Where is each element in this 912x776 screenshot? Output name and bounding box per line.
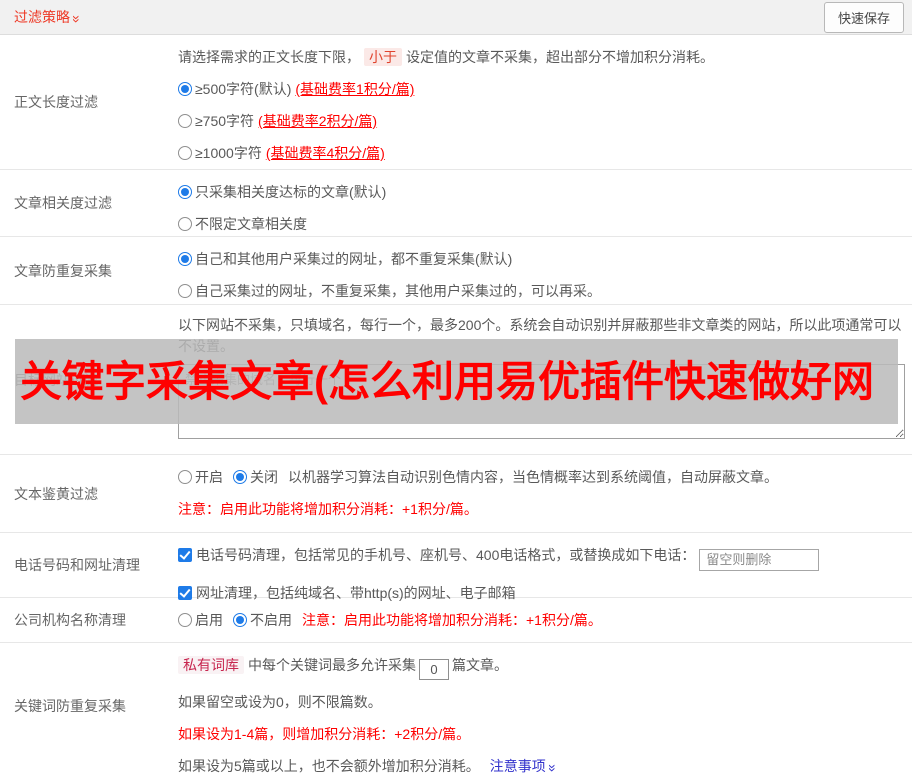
option-label: 自己和其他用户采集过的网址，都不重复采集(默认)	[195, 251, 513, 267]
company-clean-label: 公司机构名称清理	[14, 612, 126, 628]
chevron-down-icon[interactable]: »	[69, 15, 85, 23]
chevron-down-icon: »	[544, 764, 561, 772]
checkbox-phone-clean[interactable]	[178, 548, 192, 562]
line1-end-text: 篇文章。	[452, 657, 508, 673]
cost-note: (基础费率2积分/篇)	[258, 113, 378, 129]
line1-text: 中每个关键词最多允许采集	[248, 657, 416, 673]
page-title-wrap: 过滤策略»	[14, 7, 85, 27]
page-title: 过滤策略	[14, 9, 70, 25]
dedup-option-self: 自己采集过的网址，不重复采集，其他用户采集过的，可以再采。	[178, 281, 905, 301]
option-label: 不限定文章相关度	[195, 216, 307, 232]
row-company-clean: 公司机构名称清理 启用 不启用 注意：启用此功能将增加积分消耗：+1积分/篇。	[0, 598, 912, 643]
radio-company-off[interactable]	[233, 613, 247, 627]
keyword-dedup-line4: 如果设为5篇或以上，也不会额外增加积分消耗。 注意事项»	[178, 756, 905, 776]
row-length-filter: 正文长度过滤 请选择需求的正文长度下限， 小于 设定值的文章不采集，超出部分不增加积…	[0, 35, 912, 170]
length-option-1000: ≥1000字符 (基础费率4积分/篇)	[178, 143, 905, 163]
option-label: 电话号码清理，包括常见的手机号、座机号、400电话格式，或替换成如下电话：	[196, 547, 696, 563]
radio-porn-on[interactable]	[178, 470, 192, 484]
option-label: ≥500字符(默认)	[195, 81, 292, 97]
phone-clean-option: 电话号码清理，包括常见的手机号、座机号、400电话格式，或替换成如下电话：	[178, 545, 905, 571]
intro-text-after: 设定值的文章不采集，超出部分不增加积分消耗。	[406, 49, 714, 65]
cost-note: (基础费率1积分/篇)	[295, 81, 415, 97]
top-bar: 过滤策略» 快速保存	[0, 0, 912, 35]
notes-link-label: 注意事项	[489, 758, 546, 774]
porn-filter-warning: 注意：启用此功能将增加积分消耗：+1积分/篇。	[178, 501, 478, 517]
quick-save-button[interactable]: 快速保存	[823, 1, 904, 33]
radio-length-750[interactable]	[178, 114, 192, 128]
keyword-dedup-line3: 如果设为1-4篇，则增加积分消耗：+2积分/篇。	[178, 726, 471, 742]
option-label: ≥750字符	[195, 113, 255, 129]
watermark-overlay: 关键字采集文章(怎么利用易优插件快速做好网	[15, 339, 898, 424]
option-label: 关闭	[250, 469, 278, 485]
replacement-phone-input[interactable]	[699, 548, 820, 571]
checkbox-url-clean[interactable]	[178, 585, 192, 600]
porn-filter-description: 以机器学习算法自动识别色情内容，当色情概率达到系统阈值，自动屏蔽文章。	[288, 469, 778, 485]
option-label: ≥1000字符	[195, 145, 262, 161]
relevance-option-any: 不限定文章相关度	[178, 214, 905, 234]
length-option-750: ≥750字符 (基础费率2积分/篇)	[178, 111, 905, 131]
length-filter-intro: 请选择需求的正文长度下限， 小于 设定值的文章不采集，超出部分不增加积分消耗。	[178, 47, 905, 67]
row-phone-url-clean: 电话号码和网址清理 电话号码清理，包括常见的手机号、座机号、400电话格式，或替…	[0, 533, 912, 601]
relevance-filter-label: 文章相关度过滤	[14, 195, 112, 211]
option-label: 不启用	[250, 612, 292, 628]
length-filter-label: 正文长度过滤	[14, 94, 98, 110]
keyword-dedup-label: 关键词防重复采集	[14, 697, 126, 714]
keyword-dedup-line1: 私有词库中每个关键词最多允许采集 篇文章。	[178, 655, 905, 680]
option-label: 只采集相关度达标的文章(默认)	[195, 184, 387, 200]
option-label: 开启	[195, 469, 223, 485]
watermark-text: 关键字采集文章(怎么利用易优插件快速做好网	[20, 357, 874, 405]
option-label: 自己采集过的网址，不重复采集，其他用户采集过的，可以再采。	[195, 283, 601, 299]
notes-link[interactable]: 注意事项»	[489, 758, 561, 774]
company-clean-warning: 注意：启用此功能将增加积分消耗：+1积分/篇。	[302, 612, 602, 628]
radio-company-on[interactable]	[178, 613, 192, 627]
radio-relevance-strict[interactable]	[178, 185, 192, 199]
radio-dedup-all[interactable]	[178, 252, 192, 266]
dedup-option-all: 自己和其他用户采集过的网址，都不重复采集(默认)	[178, 249, 905, 269]
line4-text: 如果设为5篇或以上，也不会额外增加积分消耗。	[178, 758, 480, 774]
porn-filter-label: 文本鉴黄过滤	[14, 485, 98, 502]
private-lexicon-tag: 私有词库	[178, 656, 244, 674]
radio-relevance-any[interactable]	[178, 217, 192, 231]
max-articles-input[interactable]	[419, 659, 449, 680]
radio-porn-off[interactable]	[233, 470, 247, 484]
radio-length-500[interactable]	[178, 82, 192, 96]
cost-note: (基础费率4积分/篇)	[265, 145, 385, 161]
row-keyword-dedup: 关键词防重复采集 私有词库中每个关键词最多允许采集 篇文章。 如果留空或设为0，则…	[0, 643, 912, 774]
porn-filter-options: 开启 关闭 以机器学习算法自动识别色情内容，当色情概率达到系统阈值，自动屏蔽文章。	[178, 467, 905, 487]
radio-dedup-self[interactable]	[178, 284, 192, 298]
radio-length-1000[interactable]	[178, 146, 192, 160]
relevance-option-strict: 只采集相关度达标的文章(默认)	[178, 182, 905, 202]
dedup-filter-label: 文章防重复采集	[14, 262, 112, 279]
intro-text-before: 请选择需求的正文长度下限，	[178, 49, 360, 65]
row-dedup-filter: 文章防重复采集 自己和其他用户采集过的网址，都不重复采集(默认) 自己采集过的网…	[0, 237, 912, 305]
row-porn-filter: 文本鉴黄过滤 开启 关闭 以机器学习算法自动识别色情内容，当色情概率达到系统阈值，自…	[0, 455, 912, 533]
phone-url-clean-label: 电话号码和网址清理	[14, 557, 140, 573]
length-option-500: ≥500字符(默认) (基础费率1积分/篇)	[178, 79, 905, 99]
less-than-tag: 小于	[364, 48, 402, 66]
keyword-dedup-line2: 如果留空或设为0，则不限篇数。	[178, 694, 382, 710]
row-relevance-filter: 文章相关度过滤 只采集相关度达标的文章(默认) 不限定文章相关度	[0, 170, 912, 237]
option-label: 启用	[195, 612, 223, 628]
